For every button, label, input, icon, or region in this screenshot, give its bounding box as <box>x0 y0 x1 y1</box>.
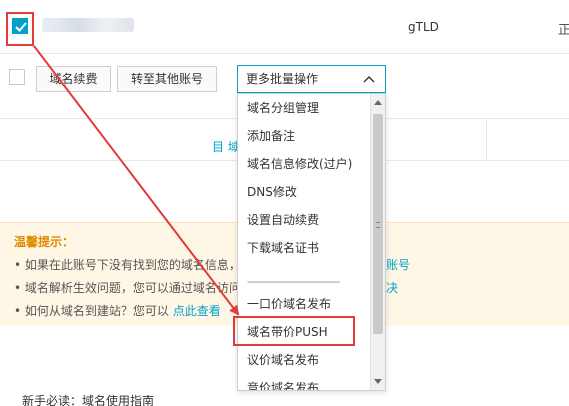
annotation-arrow-icon <box>33 45 240 316</box>
